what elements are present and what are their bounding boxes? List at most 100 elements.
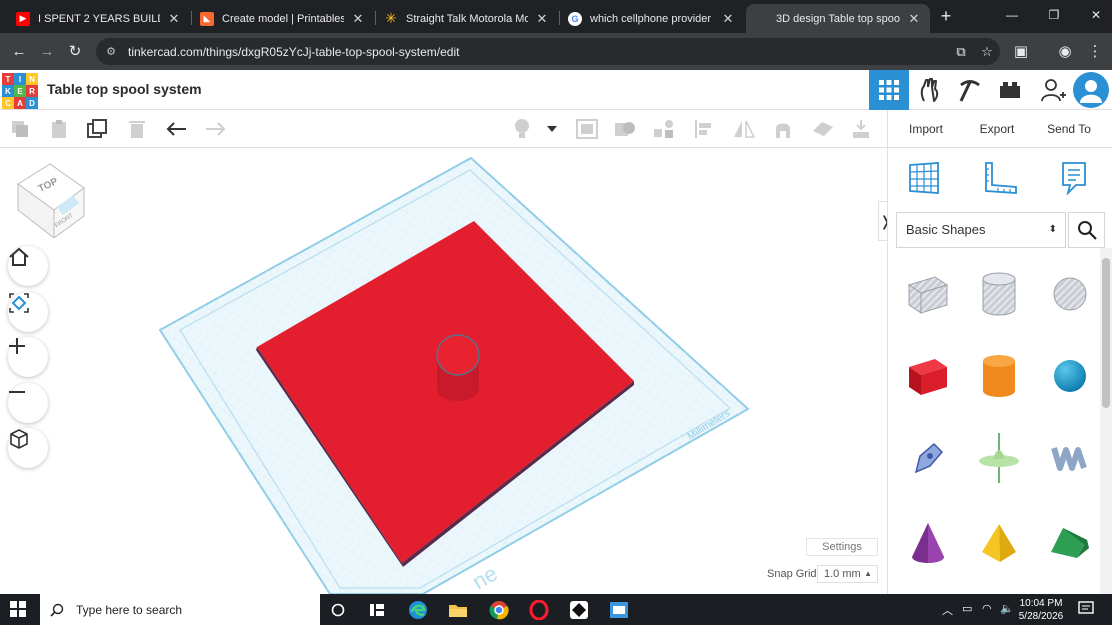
browser-tab-youtube[interactable]: ▶ I SPENT 2 YEARS BUILDING T ✕ bbox=[8, 4, 190, 33]
close-tab-icon[interactable]: ✕ bbox=[166, 11, 182, 27]
note-icon bbox=[1062, 162, 1086, 195]
undo-icon[interactable] bbox=[165, 118, 189, 140]
note-icon[interactable] bbox=[575, 118, 599, 140]
cruise-icon[interactable] bbox=[771, 118, 795, 140]
widgets-icon[interactable] bbox=[365, 598, 389, 622]
show-hidden-icons[interactable]: ︿ bbox=[942, 602, 953, 618]
scrollbar-thumb[interactable] bbox=[1102, 258, 1110, 408]
export-button[interactable]: Export bbox=[966, 116, 1028, 142]
workplane-tool-icon[interactable] bbox=[811, 118, 835, 140]
notes-button[interactable] bbox=[1054, 158, 1094, 198]
cylinder-hole-icon bbox=[982, 272, 1016, 316]
3d-design-view-button[interactable] bbox=[869, 70, 909, 110]
browser-tab-google[interactable]: G which cellphone provider allo ✕ bbox=[560, 4, 744, 33]
windows-start-icon[interactable] bbox=[10, 601, 26, 617]
shape-paraboloid[interactable] bbox=[968, 422, 1030, 494]
close-tab-icon[interactable]: ✕ bbox=[906, 11, 922, 27]
restore-window-icon[interactable]: ❐ bbox=[1034, 4, 1074, 26]
install-app-icon[interactable]: ⧉ bbox=[948, 44, 974, 60]
zoom-out-button[interactable] bbox=[8, 383, 48, 423]
circuits-button[interactable] bbox=[910, 70, 950, 110]
light-dropdown-icon[interactable] bbox=[542, 118, 562, 140]
new-tab-button[interactable]: + bbox=[936, 6, 956, 26]
file-explorer-icon[interactable] bbox=[446, 598, 470, 622]
shape-sphere[interactable] bbox=[1039, 340, 1101, 412]
volume-icon[interactable]: 🔈 bbox=[1000, 602, 1014, 615]
zoom-in-button[interactable] bbox=[8, 337, 48, 377]
browser-tab-printables[interactable]: ◣ Create model | Printables.com ✕ bbox=[192, 4, 374, 33]
shape-cone[interactable] bbox=[897, 506, 959, 578]
url-text[interactable]: tinkercad.com/things/dxgR05zYcJj-table-t… bbox=[128, 45, 948, 59]
app-diamond-icon[interactable] bbox=[567, 598, 591, 622]
browser-tab-walmart[interactable]: ✳ Straight Talk Motorola Moto ✕ bbox=[376, 4, 558, 33]
back-icon[interactable]: ← bbox=[8, 41, 30, 63]
browser-menu-icon[interactable]: ⋮ bbox=[1084, 41, 1106, 63]
delete-icon[interactable] bbox=[125, 118, 149, 140]
copy-icon[interactable] bbox=[8, 118, 32, 140]
taskbar-search[interactable]: Type here to search bbox=[40, 594, 320, 625]
redo-icon[interactable] bbox=[203, 118, 227, 140]
address-bar[interactable]: ⚙ tinkercad.com/things/dxgR05zYcJj-table… bbox=[96, 38, 1000, 65]
shape-scribble[interactable] bbox=[897, 422, 959, 494]
shape-pyramid[interactable] bbox=[968, 506, 1030, 578]
site-info-icon[interactable]: ⚙ bbox=[104, 45, 118, 59]
codeblocks-button[interactable] bbox=[950, 70, 990, 110]
ortho-view-button[interactable] bbox=[8, 428, 48, 468]
shape-roof[interactable] bbox=[1039, 506, 1101, 578]
scribble-pen-icon bbox=[914, 442, 944, 474]
bricks-button[interactable] bbox=[990, 70, 1030, 110]
reload-icon[interactable]: ↻ bbox=[64, 41, 86, 63]
notifications-icon[interactable] bbox=[1078, 600, 1094, 619]
workplane-viewport[interactable]: Millimeters ne TOP FRONT Settings Snap G… bbox=[0, 148, 887, 594]
group-shapes-icon[interactable] bbox=[613, 118, 637, 140]
drop-icon[interactable] bbox=[849, 118, 873, 140]
opera-icon[interactable] bbox=[527, 598, 551, 622]
ruler-button[interactable] bbox=[980, 158, 1020, 198]
bookmark-star-icon[interactable]: ☆ bbox=[974, 44, 1000, 60]
shape-sphere-hole[interactable] bbox=[1039, 258, 1101, 330]
shape-box[interactable] bbox=[897, 340, 959, 412]
settings-button[interactable]: Settings bbox=[806, 538, 878, 556]
view-cube[interactable]: TOP FRONT bbox=[14, 160, 88, 238]
user-avatar[interactable] bbox=[1073, 72, 1109, 108]
wifi-icon[interactable]: ◠ bbox=[982, 602, 992, 615]
snap-grid-select[interactable]: 1.0 mm ▲ bbox=[817, 565, 878, 583]
task-view-icon[interactable] bbox=[326, 598, 350, 622]
forward-icon[interactable]: → bbox=[36, 41, 58, 63]
ungroup-icon[interactable] bbox=[652, 118, 676, 140]
minimize-window-icon[interactable]: — bbox=[992, 4, 1032, 26]
align-icon[interactable] bbox=[692, 118, 716, 140]
panel-scrollbar[interactable] bbox=[1100, 248, 1112, 594]
close-window-icon[interactable]: ✕ bbox=[1076, 4, 1112, 26]
workplane-button[interactable] bbox=[904, 158, 944, 198]
shape-text[interactable] bbox=[1039, 422, 1101, 494]
close-tab-icon[interactable]: ✕ bbox=[534, 11, 550, 27]
edge-icon[interactable] bbox=[406, 598, 430, 622]
send-to-button[interactable]: Send To bbox=[1036, 116, 1102, 142]
shape-box-hole[interactable] bbox=[897, 258, 959, 330]
app-window-icon[interactable] bbox=[607, 598, 631, 622]
tinkercad-logo[interactable]: T I N K E R C A D bbox=[2, 73, 38, 109]
design-title[interactable]: Table top spool system bbox=[47, 81, 202, 97]
system-clock[interactable]: 10:04 PM 5/28/2026 bbox=[1014, 597, 1068, 623]
chrome-icon[interactable] bbox=[487, 598, 511, 622]
browser-tab-tinkercad[interactable]: 3D design Table top spool sys ✕ bbox=[746, 4, 930, 33]
close-tab-icon[interactable]: ✕ bbox=[350, 11, 366, 27]
home-view-button[interactable] bbox=[8, 246, 48, 286]
shape-cylinder[interactable] bbox=[968, 340, 1030, 412]
battery-icon[interactable]: ▭ bbox=[962, 602, 972, 615]
fit-view-button[interactable] bbox=[8, 292, 48, 332]
shape-cylinder-hole[interactable] bbox=[968, 258, 1030, 330]
close-tab-icon[interactable]: ✕ bbox=[720, 11, 736, 27]
share-invite-button[interactable] bbox=[1033, 70, 1073, 110]
profile-icon[interactable]: ◉ bbox=[1054, 41, 1076, 63]
side-panel-icon[interactable]: ▣ bbox=[1010, 41, 1032, 63]
duplicate-icon[interactable] bbox=[85, 118, 109, 140]
shape-category-select[interactable]: Basic Shapes ⬍ bbox=[896, 212, 1066, 248]
paste-icon[interactable] bbox=[47, 118, 71, 140]
mirror-icon[interactable] bbox=[732, 118, 756, 140]
import-button[interactable]: Import bbox=[896, 116, 956, 142]
workplane-scene[interactable]: Millimeters ne bbox=[0, 148, 887, 594]
light-bulb-icon[interactable] bbox=[510, 118, 534, 140]
shape-search-button[interactable] bbox=[1068, 212, 1105, 248]
